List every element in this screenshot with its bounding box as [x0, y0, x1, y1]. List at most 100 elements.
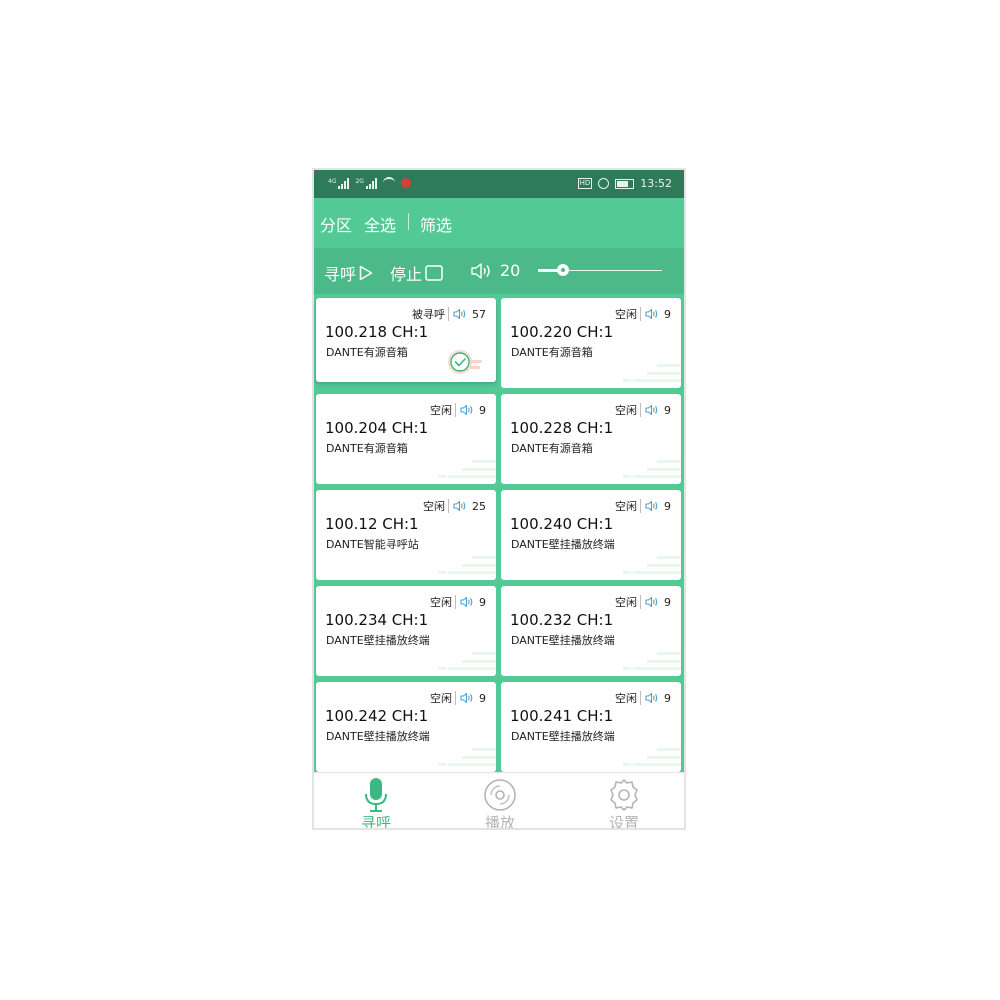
device-status: 空闲 [430, 596, 452, 609]
device-card[interactable]: 空闲 9 100.232 CH:1 DANTE壁挂播放终端 [501, 586, 681, 676]
device-volume: 25 [472, 499, 486, 513]
device-type: DANTE有源音箱 [511, 346, 593, 359]
divider [640, 403, 641, 417]
device-title: 100.241 CH:1 [510, 707, 614, 725]
speaker-icon [645, 308, 659, 320]
nav-label-play: 播放 [484, 814, 515, 830]
gear-icon [604, 777, 644, 813]
card-header: 空闲 9 [615, 594, 671, 610]
zone-tab[interactable]: 分区 [320, 212, 352, 236]
card-header: 空闲 9 [615, 498, 671, 514]
speaker-icon [460, 404, 474, 416]
card-header: 空闲 9 [430, 690, 486, 706]
device-card[interactable]: 空闲 9 100.240 CH:1 DANTE壁挂播放终端 [501, 490, 681, 580]
wifi-icon [382, 177, 395, 189]
slider-thumb[interactable] [556, 264, 569, 276]
device-title: 100.234 CH:1 [325, 611, 429, 629]
device-card[interactable]: 被寻呼 57 100.218 CH:1 DANTE有源音箱 [316, 298, 496, 382]
divider [448, 499, 449, 513]
device-type: DANTE壁挂播放终端 [511, 730, 615, 743]
control-bar: 寻呼 停止 20 [314, 248, 684, 294]
card-header: 空闲 9 [615, 690, 671, 706]
card-header: 空闲 9 [430, 402, 486, 418]
device-volume: 9 [664, 403, 671, 417]
speaker-icon [645, 404, 659, 416]
speaker-icon [645, 692, 659, 704]
device-title: 100.242 CH:1 [325, 707, 429, 725]
device-card[interactable]: 空闲 9 100.234 CH:1 DANTE壁挂播放终端 [316, 586, 496, 676]
speaker-icon [645, 596, 659, 608]
stop-button[interactable]: 停止 [390, 261, 443, 285]
volume-icon [470, 262, 492, 280]
top-bar: 分区 全选 筛选 [314, 198, 684, 246]
device-title: 100.232 CH:1 [510, 611, 614, 629]
device-volume: 9 [664, 307, 671, 321]
device-status: 空闲 [615, 596, 637, 609]
divider [640, 595, 641, 609]
page-button[interactable]: 寻呼 [324, 261, 373, 285]
status-bar-left: 4G 2G [328, 177, 411, 189]
nav-label-page: 寻呼 [360, 814, 391, 830]
card-decoration [438, 732, 496, 772]
device-card[interactable]: 空闲 9 100.220 CH:1 DANTE有源音箱 [501, 298, 681, 388]
status-bar-right: HD 13:52 [577, 177, 672, 190]
select-all-button[interactable]: 全选 [364, 212, 396, 236]
device-volume: 9 [479, 691, 486, 705]
device-title: 100.218 CH:1 [325, 323, 429, 341]
nav-label-settings: 设置 [608, 814, 639, 830]
divider [448, 307, 449, 321]
device-card[interactable]: 空闲 25 100.12 CH:1 DANTE智能寻呼站 [316, 490, 496, 580]
alarm-icon [598, 178, 610, 189]
volume-indicator: 20 [470, 261, 520, 280]
device-volume: 57 [472, 307, 486, 321]
device-status: 空闲 [430, 692, 452, 705]
nav-tab-play[interactable]: 播放 [455, 775, 545, 830]
device-status: 空闲 [615, 500, 637, 513]
device-title: 100.228 CH:1 [510, 419, 614, 437]
divider [640, 307, 641, 321]
card-decoration [623, 636, 681, 676]
device-type: DANTE有源音箱 [326, 442, 408, 455]
cell-signal-icon: 2G [355, 177, 377, 189]
device-type: DANTE壁挂播放终端 [326, 730, 430, 743]
nav-tab-settings[interactable]: 设置 [579, 775, 669, 830]
device-status: 空闲 [430, 404, 452, 417]
device-type: DANTE有源音箱 [326, 346, 408, 359]
card-decoration [623, 732, 681, 772]
device-type: DANTE壁挂播放终端 [511, 634, 615, 647]
filter-button[interactable]: 筛选 [420, 212, 452, 236]
speaker-icon [460, 692, 474, 704]
card-decoration [438, 636, 496, 676]
device-card[interactable]: 空闲 9 100.241 CH:1 DANTE壁挂播放终端 [501, 682, 681, 772]
device-status: 空闲 [615, 404, 637, 417]
device-volume: 9 [664, 499, 671, 513]
device-type: DANTE智能寻呼站 [326, 538, 419, 551]
device-card[interactable]: 空闲 9 100.242 CH:1 DANTE壁挂播放终端 [316, 682, 496, 772]
device-type: DANTE壁挂播放终端 [326, 634, 430, 647]
divider [455, 595, 456, 609]
device-type: DANTE有源音箱 [511, 442, 593, 455]
page-label: 寻呼 [324, 265, 357, 284]
card-header: 空闲 9 [615, 402, 671, 418]
card-header: 空闲 9 [430, 594, 486, 610]
device-card[interactable]: 空闲 9 100.228 CH:1 DANTE有源音箱 [501, 394, 681, 484]
card-decoration [623, 348, 681, 388]
volume-slider[interactable] [538, 264, 662, 276]
stop-icon [425, 265, 443, 281]
device-status: 被寻呼 [412, 308, 445, 321]
stop-label: 停止 [390, 265, 423, 284]
bottom-nav: 寻呼 播放 设置 [314, 772, 684, 830]
speaker-icon [453, 500, 467, 512]
phone-screen: 4G 2G HD 13:52 分区 全选 筛选 寻呼 停止 20 被寻呼 57 … [312, 168, 686, 830]
nav-tab-page[interactable]: 寻呼 [331, 775, 421, 830]
play-icon [359, 265, 373, 281]
selected-check-icon [444, 348, 484, 382]
device-card[interactable]: 空闲 9 100.204 CH:1 DANTE有源音箱 [316, 394, 496, 484]
card-decoration [623, 444, 681, 484]
divider [408, 213, 409, 230]
device-status: 空闲 [615, 308, 637, 321]
status-bar: 4G 2G HD 13:52 [314, 170, 684, 198]
card-decoration [438, 540, 496, 580]
mic-recording-icon [400, 178, 411, 188]
device-grid: 被寻呼 57 100.218 CH:1 DANTE有源音箱 空闲 9 100.220 CH:… [314, 296, 684, 772]
